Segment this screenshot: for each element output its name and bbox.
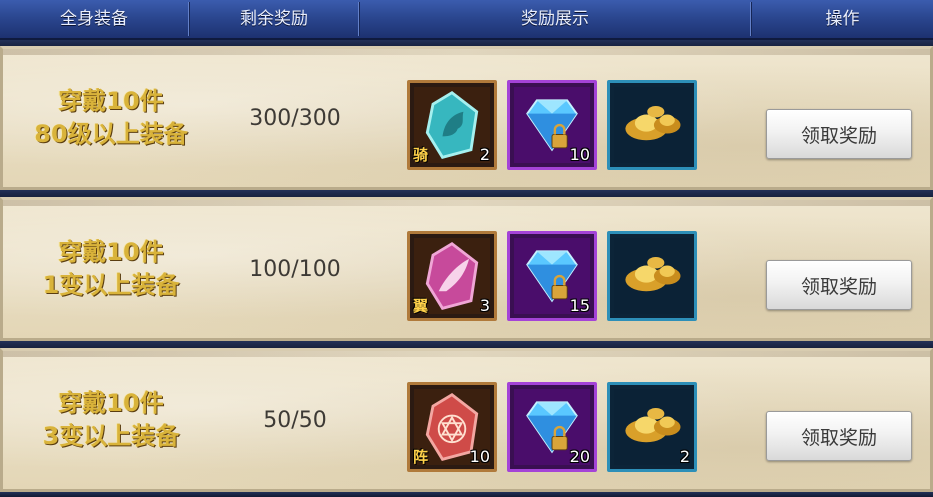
claim-reward-button[interactable]: 领取奖励 <box>766 411 912 461</box>
item-tag: 骑 <box>413 146 429 164</box>
table-row: 穿戴10件 80级以上装备 300/300 骑 2 10 领取奖励 <box>0 46 933 190</box>
gold-ingot-icon <box>614 389 690 465</box>
reward-items: 骑 2 10 <box>407 80 697 170</box>
condition-line: 穿戴10件 <box>58 87 164 115</box>
item-count: 2 <box>679 447 690 466</box>
reward-item[interactable]: 翼 3 <box>407 231 497 321</box>
item-count: 10 <box>569 145 590 164</box>
row-divider <box>0 492 933 497</box>
table-header: 全身装备 剩余奖励 奖励展示 操作 <box>0 0 933 40</box>
reward-item[interactable] <box>607 80 697 170</box>
header-condition: 全身装备 <box>60 9 128 29</box>
reward-item[interactable]: 20 <box>507 382 597 472</box>
reward-items: 翼 3 15 <box>407 231 697 321</box>
table-row: 穿戴10件 3变以上装备 50/50 阵 10 20 2 领取奖励 <box>0 348 933 492</box>
condition-line: 穿戴10件 <box>58 238 164 266</box>
item-count: 20 <box>569 447 590 466</box>
table-row: 穿戴10件 1变以上装备 100/100 翼 3 15 领取奖励 <box>0 197 933 341</box>
claim-reward-button[interactable]: 领取奖励 <box>766 109 912 159</box>
item-tag: 翼 <box>413 297 429 315</box>
condition-line: 穿戴10件 <box>58 389 164 417</box>
condition-line: 80级以上装备 <box>34 120 188 148</box>
item-tag: 阵 <box>413 448 429 466</box>
remaining-count: 300/300 <box>249 105 341 131</box>
remaining-count: 100/100 <box>249 256 341 282</box>
claim-reward-button[interactable]: 领取奖励 <box>766 260 912 310</box>
condition-text: 穿戴10件 1变以上装备 <box>13 200 209 338</box>
reward-item[interactable] <box>607 231 697 321</box>
gold-ingot-icon <box>614 87 690 163</box>
reward-item[interactable]: 阵 10 <box>407 382 497 472</box>
reward-item[interactable]: 骑 2 <box>407 80 497 170</box>
item-count: 15 <box>569 296 590 315</box>
reward-item[interactable]: 15 <box>507 231 597 321</box>
gold-ingot-icon <box>614 238 690 314</box>
remaining-count: 50/50 <box>263 407 327 433</box>
reward-item[interactable]: 10 <box>507 80 597 170</box>
header-action: 操作 <box>825 9 860 29</box>
item-count: 2 <box>479 145 490 164</box>
condition-line: 3变以上装备 <box>42 422 180 450</box>
condition-text: 穿戴10件 80级以上装备 <box>13 49 209 187</box>
header-remaining: 剩余奖励 <box>240 9 308 29</box>
header-rewards: 奖励展示 <box>521 9 589 29</box>
reward-item[interactable]: 2 <box>607 382 697 472</box>
condition-line: 1变以上装备 <box>42 271 180 299</box>
item-count: 3 <box>479 296 490 315</box>
reward-items: 阵 10 20 2 <box>407 382 697 472</box>
condition-text: 穿戴10件 3变以上装备 <box>13 351 209 489</box>
item-count: 10 <box>469 447 490 466</box>
